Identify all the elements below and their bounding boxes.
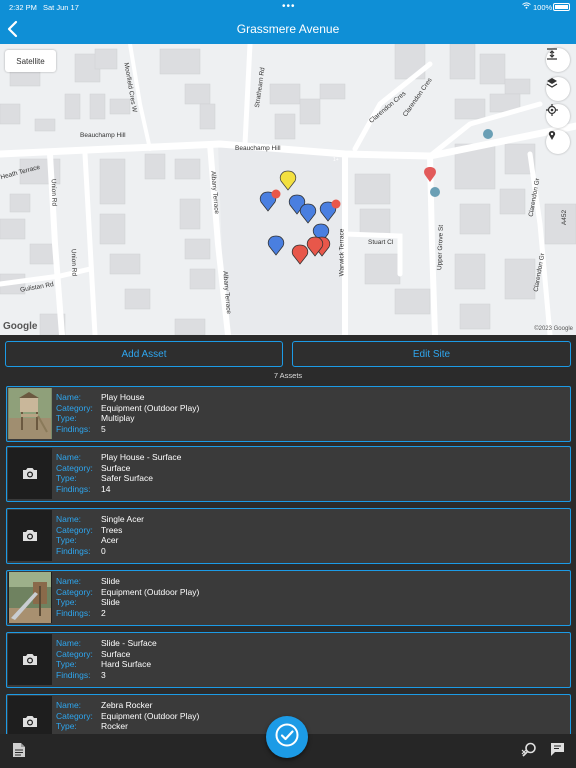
- street-label: A452: [561, 209, 569, 226]
- asset-findings: 3: [101, 669, 106, 680]
- type-label: Type:: [56, 535, 77, 545]
- asset-category: Equipment (Outdoor Play): [101, 402, 200, 413]
- asset-photo: [8, 388, 52, 439]
- asset-category: Surface: [101, 648, 131, 659]
- list-item[interactable]: Name: Play House - Surface Category: Surfa…: [6, 446, 571, 502]
- search-clear-icon[interactable]: [521, 742, 537, 763]
- asset-type: Hard Surface: [101, 659, 152, 669]
- add-asset-button[interactable]: Add Asset: [5, 341, 283, 367]
- checkmark-circle-icon: [274, 722, 300, 753]
- category-label: Category:: [56, 586, 93, 597]
- findings-label: Findings:: [56, 545, 91, 556]
- site-map[interactable]: 1+ 1+ Beauchamp Hill Beauchamp Hill Unio…: [0, 44, 576, 335]
- asset-category: Equipment (Outdoor Play): [101, 710, 200, 721]
- asset-type: Multiplay: [101, 413, 135, 423]
- type-label: Type:: [56, 721, 77, 731]
- type-label: Type:: [56, 473, 77, 483]
- street-label: Warwick Terrace: [338, 228, 346, 277]
- asset-type: Slide: [101, 597, 120, 607]
- status-date: Sat Jun 17: [43, 3, 79, 12]
- battery-icon: [553, 3, 570, 11]
- asset-type: Safer Surface: [101, 473, 153, 483]
- street-label: Union Rd: [69, 248, 78, 277]
- name-label: Name:: [56, 514, 82, 524]
- findings-label: Findings:: [56, 607, 91, 618]
- category-label: Category:: [56, 648, 93, 659]
- camera-icon[interactable]: [8, 448, 52, 499]
- name-label: Name:: [56, 452, 82, 462]
- satellite-toggle-button[interactable]: Satellite: [5, 50, 56, 72]
- asset-name: Slide: [101, 576, 120, 586]
- page-title: Grassmere Avenue: [236, 22, 340, 36]
- findings-label: Findings:: [56, 483, 91, 494]
- name-label: Name:: [56, 638, 82, 648]
- list-item[interactable]: Name: Slide Category: Equipment (Outdoor P…: [6, 570, 571, 626]
- asset-name: Slide - Surface: [101, 638, 157, 648]
- google-logo: Google: [3, 321, 38, 332]
- camera-icon[interactable]: [8, 696, 52, 734]
- asset-type: Acer: [101, 535, 119, 545]
- findings-label: Findings:: [56, 423, 91, 434]
- status-time: 2:32 PM: [9, 3, 37, 12]
- locate-me-icon[interactable]: [546, 104, 570, 128]
- asset-category: Surface: [101, 462, 131, 473]
- asset-name: Zebra Rocker: [101, 700, 153, 710]
- name-label: Name:: [56, 700, 82, 710]
- street-label: Beauchamp Hill: [235, 145, 281, 152]
- wifi-icon: [522, 2, 531, 11]
- findings-label: Findings:: [56, 669, 91, 680]
- camera-icon[interactable]: [8, 634, 52, 685]
- asset-name: Single Acer: [101, 514, 144, 524]
- document-icon[interactable]: [12, 742, 26, 763]
- asset-findings: 2: [101, 607, 106, 618]
- status-bar: 2:32 PM Sat Jun 17 ••• 100%: [0, 0, 576, 14]
- category-label: Category:: [56, 524, 93, 535]
- top-bar: 2:32 PM Sat Jun 17 ••• 100% Grassmere Av…: [0, 0, 576, 44]
- street-label: Stuart Cl: [368, 239, 394, 246]
- fit-bounds-icon[interactable]: [546, 48, 570, 72]
- layers-icon[interactable]: [546, 77, 570, 101]
- asset-count: 7 Assets: [273, 371, 303, 380]
- asset-name: Play House - Surface: [101, 452, 182, 462]
- category-label: Category:: [56, 402, 93, 413]
- asset-findings: 5: [101, 423, 106, 434]
- asset-photo: [8, 572, 52, 623]
- type-label: Type:: [56, 659, 77, 669]
- name-label: Name:: [56, 576, 82, 586]
- asset-category: Trees: [101, 524, 123, 535]
- edit-site-button[interactable]: Edit Site: [292, 341, 571, 367]
- multitask-dots-icon[interactable]: •••: [282, 1, 296, 12]
- category-label: Category:: [56, 462, 93, 473]
- asset-findings: 0: [101, 545, 106, 556]
- name-label: Name:: [56, 392, 82, 402]
- pin-badge: 1+: [333, 157, 339, 163]
- category-label: Category:: [56, 710, 93, 721]
- list-item[interactable]: Name: Play House Category: Equipment (Outd…: [6, 386, 571, 442]
- list-item[interactable]: Name: Single Acer Category: Trees Type: Ace…: [6, 508, 571, 564]
- asset-list[interactable]: Name: Play House Category: Equipment (Outd…: [0, 384, 576, 734]
- confirm-button[interactable]: [266, 716, 308, 758]
- chat-icon[interactable]: [550, 742, 565, 762]
- battery-percent: 100%: [533, 3, 553, 12]
- street-label: Union Rd: [49, 178, 58, 207]
- type-label: Type:: [56, 413, 77, 423]
- asset-category: Equipment (Outdoor Play): [101, 586, 200, 597]
- camera-icon[interactable]: [8, 510, 52, 561]
- asset-type: Rocker: [101, 721, 128, 731]
- asset-findings: 14: [101, 483, 111, 494]
- asset-name: Play House: [101, 392, 145, 402]
- list-item[interactable]: Name: Slide - Surface Category: Surface Ty…: [6, 632, 571, 688]
- map-pin-icon[interactable]: [546, 130, 570, 154]
- map-canvas: [0, 44, 576, 335]
- map-copyright: ©2023 Google: [534, 326, 573, 332]
- street-label: Beauchamp Hill: [80, 132, 126, 139]
- type-label: Type:: [56, 597, 77, 607]
